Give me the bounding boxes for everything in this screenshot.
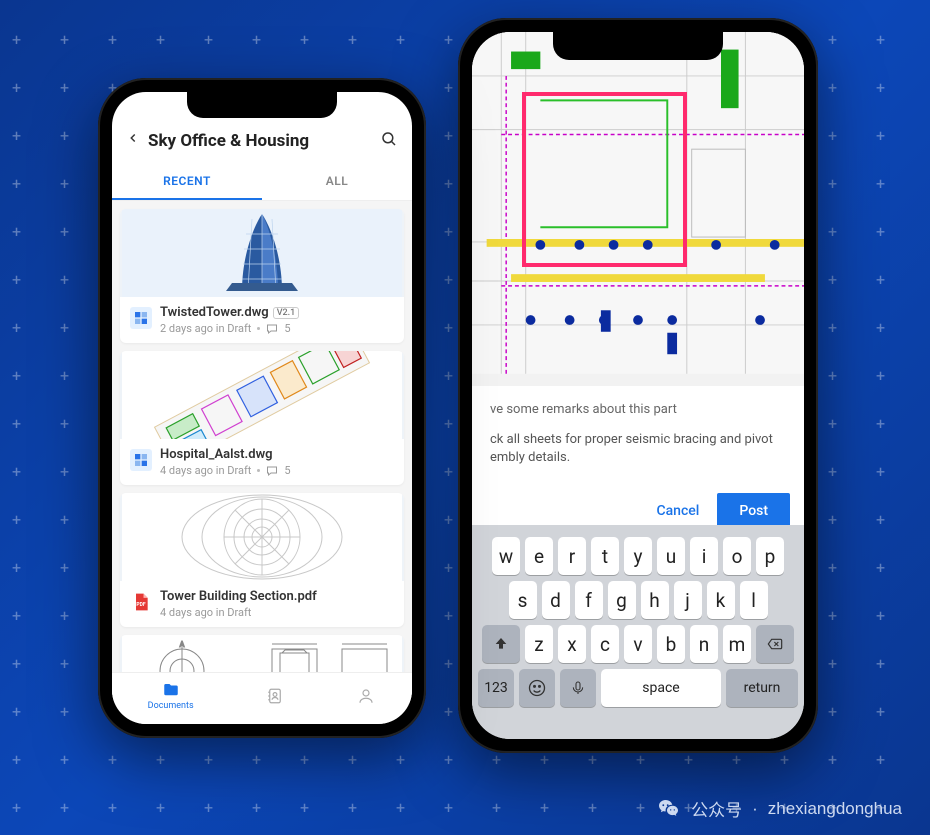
- comment-header: ve some remarks about this part: [490, 402, 786, 417]
- key-u[interactable]: u: [657, 537, 685, 575]
- keyboard-row-4: 123 space return: [476, 669, 800, 707]
- document-thumbnail: [120, 493, 404, 581]
- tabs: RECENT ALL: [112, 164, 412, 201]
- drawing-viewport[interactable]: [472, 32, 804, 386]
- key-return[interactable]: return: [726, 669, 798, 707]
- comment-panel: ve some remarks about this part ck all s…: [472, 386, 804, 483]
- file-name: Tower Building Section.pdf: [160, 589, 317, 604]
- file-meta: 4 days ago in Draft: [160, 606, 317, 619]
- key-shift[interactable]: [482, 625, 520, 663]
- chevron-left-icon: [126, 128, 140, 148]
- key-m[interactable]: m: [723, 625, 751, 663]
- key-p[interactable]: p: [756, 537, 784, 575]
- document-card[interactable]: TwistedTower.dwg V2.1 2 days ago in Draf…: [120, 209, 404, 343]
- key-z[interactable]: z: [525, 625, 553, 663]
- address-book-icon: [265, 687, 285, 705]
- key-k[interactable]: k: [707, 581, 735, 619]
- tab-profile[interactable]: [356, 687, 376, 705]
- key-l[interactable]: l: [740, 581, 768, 619]
- document-thumbnail: [120, 209, 404, 297]
- file-meta: 2 days ago in Draft 5: [160, 322, 299, 335]
- tab-documents[interactable]: Documents: [148, 681, 194, 711]
- document-list[interactable]: TwistedTower.dwg V2.1 2 days ago in Draf…: [112, 201, 412, 703]
- comment-icon: [266, 465, 278, 477]
- comment-icon: [266, 323, 278, 335]
- file-meta: 4 days ago in Draft 5: [160, 464, 291, 477]
- keyboard-row-2: sdfghjkl: [476, 581, 800, 619]
- key-x[interactable]: x: [558, 625, 586, 663]
- key-o[interactable]: o: [723, 537, 751, 575]
- key-n[interactable]: n: [690, 625, 718, 663]
- wechat-icon: [657, 797, 681, 821]
- key-d[interactable]: d: [542, 581, 570, 619]
- emoji-icon: [527, 678, 547, 698]
- key-i[interactable]: i: [690, 537, 718, 575]
- backspace-icon: [764, 636, 786, 652]
- search-button[interactable]: [380, 130, 398, 152]
- phone-mockup-right: ve some remarks about this part ck all s…: [458, 18, 818, 753]
- dwg-file-icon: [130, 449, 152, 471]
- dwg-file-icon: [130, 307, 152, 329]
- key-y[interactable]: y: [624, 537, 652, 575]
- tab-recent[interactable]: RECENT: [112, 164, 262, 200]
- phone-notch: [187, 92, 337, 118]
- key-backspace[interactable]: [756, 625, 794, 663]
- key-emoji[interactable]: [519, 669, 555, 707]
- mic-icon: [570, 678, 586, 698]
- user-icon: [356, 687, 376, 705]
- document-thumbnail: [120, 351, 404, 439]
- cancel-button[interactable]: Cancel: [638, 493, 717, 529]
- keyboard-row-3: zxcvbnm: [476, 625, 800, 663]
- svg-text:A: A: [179, 640, 185, 649]
- svg-text:PDF: PDF: [136, 602, 145, 608]
- post-button[interactable]: Post: [717, 493, 790, 529]
- search-icon: [380, 130, 398, 148]
- watermark: 公众号 · zhexiangdonghua: [657, 796, 902, 821]
- pdf-file-icon: PDF: [130, 591, 152, 613]
- bottom-tab-bar: Documents: [112, 672, 412, 724]
- selection-highlight[interactable]: [522, 92, 687, 267]
- key-r[interactable]: r: [558, 537, 586, 575]
- phone-notch: [553, 32, 723, 60]
- key-w[interactable]: w: [492, 537, 520, 575]
- key-h[interactable]: h: [641, 581, 669, 619]
- key-b[interactable]: b: [657, 625, 685, 663]
- key-j[interactable]: j: [674, 581, 702, 619]
- comment-body-text[interactable]: ck all sheets for proper seismic bracing…: [490, 431, 786, 467]
- document-card[interactable]: PDF Tower Building Section.pdf 4 days ag…: [120, 493, 404, 627]
- key-g[interactable]: g: [608, 581, 636, 619]
- keyboard-row-1: wertyuiop: [476, 537, 800, 575]
- key-f[interactable]: f: [575, 581, 603, 619]
- key-numbers[interactable]: 123: [478, 669, 514, 707]
- key-mic[interactable]: [560, 669, 596, 707]
- back-button[interactable]: [126, 128, 140, 154]
- key-e[interactable]: e: [525, 537, 553, 575]
- page-title: Sky Office & Housing: [148, 131, 372, 151]
- shift-icon: [493, 636, 509, 652]
- document-card[interactable]: Hospital_Aalst.dwg 4 days ago in Draft 5: [120, 351, 404, 485]
- key-v[interactable]: v: [624, 625, 652, 663]
- key-c[interactable]: c: [591, 625, 619, 663]
- version-badge: V2.1: [273, 307, 300, 319]
- folder-icon: [161, 681, 181, 699]
- phone-mockup-left: Sky Office & Housing RECENT ALL: [98, 78, 426, 738]
- key-space[interactable]: space: [601, 669, 721, 707]
- key-t[interactable]: t: [591, 537, 619, 575]
- tab-contacts[interactable]: [265, 687, 285, 705]
- key-s[interactable]: s: [509, 581, 537, 619]
- file-name: Hospital_Aalst.dwg: [160, 447, 291, 462]
- tab-all[interactable]: ALL: [262, 164, 412, 200]
- file-name: TwistedTower.dwg V2.1: [160, 305, 299, 320]
- ios-keyboard[interactable]: wertyuiop sdfghjkl zxcvbnm 123 space ret…: [472, 525, 804, 739]
